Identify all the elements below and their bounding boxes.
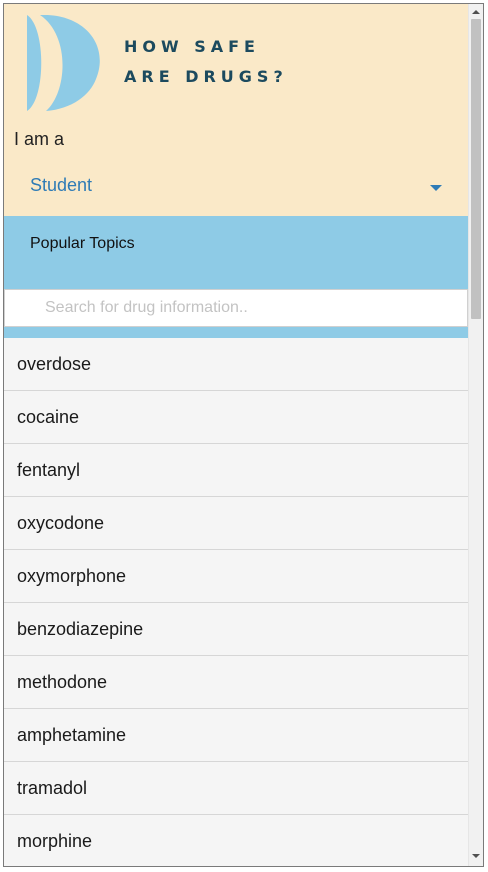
drug-search-input[interactable]: [4, 289, 468, 327]
list-item[interactable]: morphine: [4, 815, 468, 866]
list-item[interactable]: cocaine: [4, 391, 468, 444]
site-header: HOW SAFE ARE DRUGS? I am a Student: [4, 4, 468, 216]
role-prompt-label: I am a: [14, 129, 65, 149]
popular-topics-heading: Popular Topics: [30, 235, 135, 252]
list-item[interactable]: tramadol: [4, 762, 468, 815]
list-item[interactable]: benzodiazepine: [4, 603, 468, 656]
scrollbar-thumb[interactable]: [471, 19, 481, 319]
drug-topic-list: overdose cocaine fentanyl oxycodone oxym…: [4, 338, 468, 866]
crescent-brackets-logo-icon: [27, 15, 100, 111]
list-item[interactable]: oxycodone: [4, 497, 468, 550]
scroll-down-arrow-icon[interactable]: [472, 854, 480, 858]
list-item[interactable]: oxymorphone: [4, 550, 468, 603]
list-item[interactable]: methodone: [4, 656, 468, 709]
caret-down-icon: [430, 185, 442, 191]
list-item[interactable]: amphetamine: [4, 709, 468, 762]
vertical-scrollbar[interactable]: [468, 4, 483, 866]
site-title-line-2: ARE DRUGS?: [124, 67, 288, 86]
scroll-up-arrow-icon[interactable]: [472, 10, 480, 14]
page-content: HOW SAFE ARE DRUGS? I am a Student Popul…: [4, 4, 468, 866]
browser-viewport: HOW SAFE ARE DRUGS? I am a Student Popul…: [3, 3, 484, 867]
role-dropdown[interactable]: Student: [30, 172, 448, 202]
site-title-line-1: HOW SAFE: [124, 37, 260, 56]
list-item[interactable]: fentanyl: [4, 444, 468, 497]
role-dropdown-value: Student: [30, 175, 93, 195]
popular-topics-panel: Popular Topics: [4, 216, 468, 338]
list-item[interactable]: overdose: [4, 338, 468, 391]
